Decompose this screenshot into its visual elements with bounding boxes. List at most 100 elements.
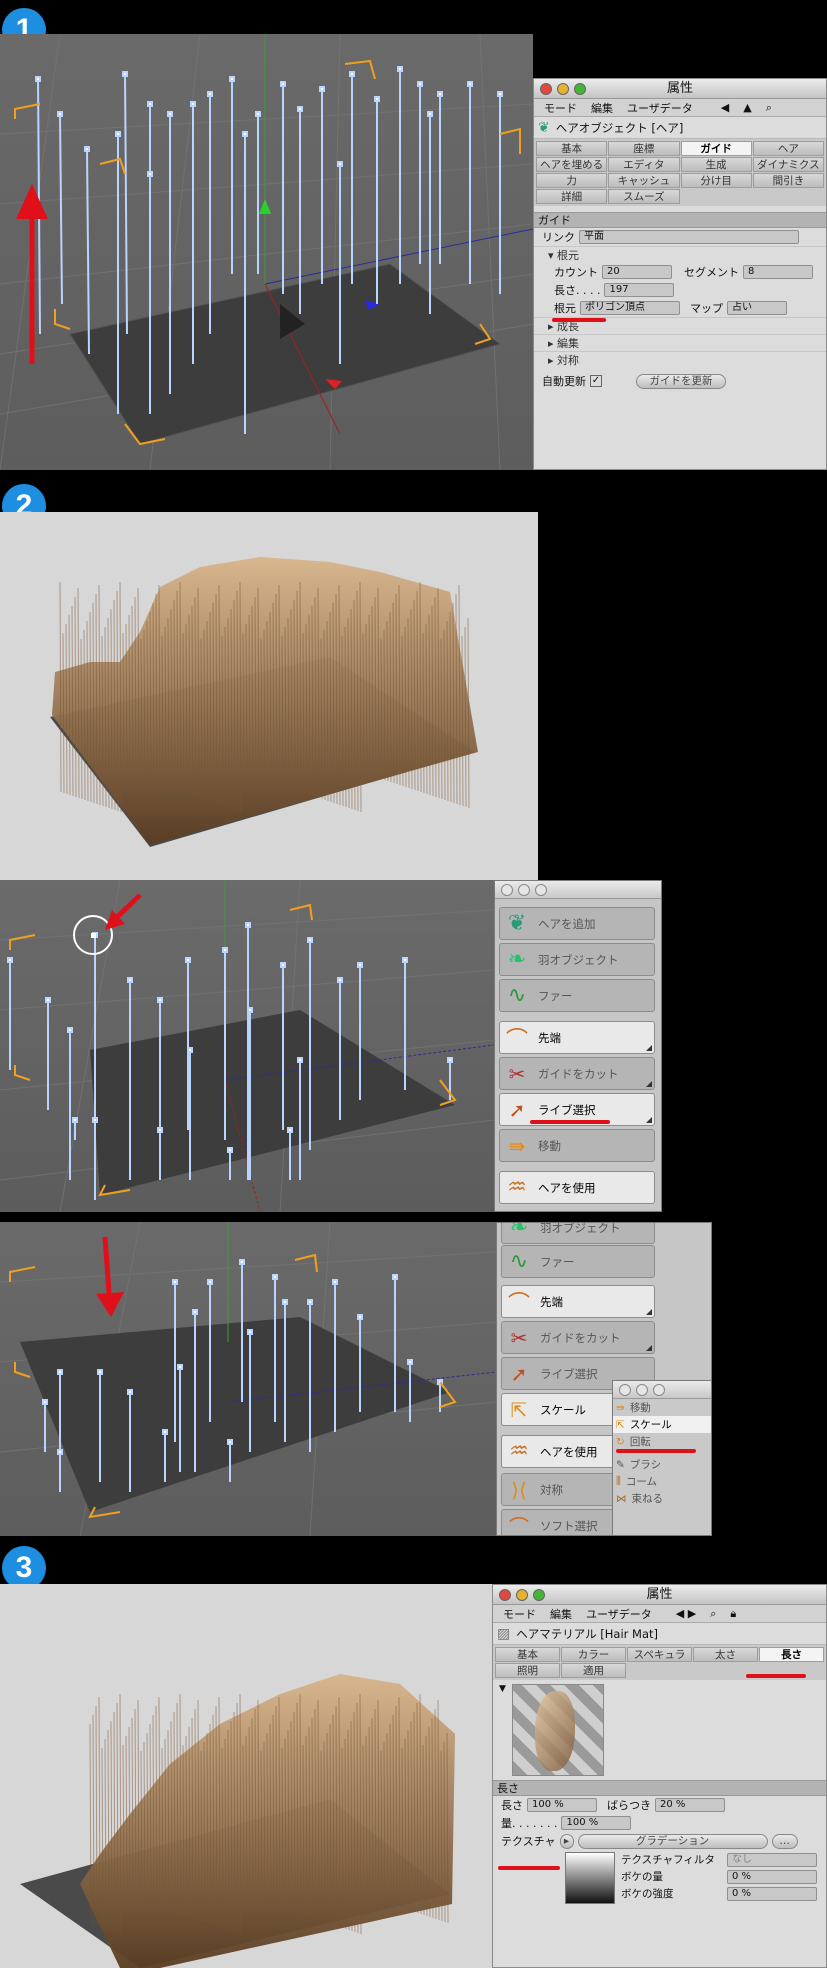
tool-feather-object[interactable]: ❧ 羽オブジェクト — [499, 943, 655, 976]
auto-update-checkbox[interactable]: ✓ — [590, 375, 602, 387]
variation-field[interactable]: 20 % — [655, 1798, 725, 1812]
guide-tip-point[interactable] — [147, 101, 153, 107]
close-button[interactable] — [540, 83, 552, 95]
tab-lighting[interactable]: 照明 — [495, 1663, 560, 1678]
guide-tip-point[interactable] — [147, 171, 153, 177]
guide-tip-point[interactable] — [497, 91, 503, 97]
tab-basic[interactable]: 基本 — [536, 141, 608, 156]
guide-tip-point[interactable] — [402, 957, 408, 963]
hair-guide[interactable] — [86, 148, 90, 355]
guide-tip-point[interactable] — [374, 96, 380, 102]
fold-edit[interactable]: ▸ 編集 — [534, 334, 826, 351]
guide-tip-point[interactable] — [97, 1369, 103, 1375]
guide-tip-point[interactable] — [297, 1057, 303, 1063]
guide-tip-point[interactable] — [92, 1117, 98, 1123]
search-icon[interactable]: ⌕ — [710, 1607, 716, 1621]
root-select[interactable]: ポリゴン頂点 — [580, 301, 680, 315]
guide-tip-point[interactable] — [57, 1369, 63, 1375]
guide-tip-point[interactable] — [157, 1127, 163, 1133]
guide-tip-point[interactable] — [239, 1259, 245, 1265]
guide-tip-point[interactable] — [84, 146, 90, 152]
tab-specular[interactable]: スペキュラ — [627, 1647, 692, 1662]
lock-icon[interactable]: 🔒︎ — [730, 1607, 736, 1621]
submenu-brush[interactable]: ✎ ブラシ — [613, 1456, 711, 1473]
tool-cut-guides-2[interactable]: ✂ ガイドをカット — [501, 1321, 655, 1354]
fold-symmetry[interactable]: ▸ 対称 — [534, 351, 826, 368]
menu-mode[interactable]: モード — [503, 1606, 536, 1622]
submenu-clump[interactable]: ⋈ 束ねる — [613, 1490, 711, 1507]
blur-strength-field[interactable]: 0 % — [727, 1886, 817, 1901]
guide-tip-point[interactable] — [297, 106, 303, 112]
submenu-scale[interactable]: ⇱ スケール — [613, 1416, 711, 1433]
guide-tip-point[interactable] — [167, 111, 173, 117]
guide-tip-point[interactable] — [157, 997, 163, 1003]
minimize-button[interactable] — [557, 83, 569, 95]
guide-tip-point[interactable] — [127, 1389, 133, 1395]
collapse-icon[interactable]: ▼ — [499, 1684, 506, 1776]
tab-basic[interactable]: 基本 — [495, 1647, 560, 1662]
menu-userdata[interactable]: ユーザデータ — [627, 100, 693, 116]
tab-hair[interactable]: ヘア — [752, 141, 824, 156]
guide-tip-point[interactable] — [57, 1449, 63, 1455]
guide-tip-point[interactable] — [447, 1057, 453, 1063]
length-field[interactable]: 197 — [604, 283, 675, 297]
segment-field[interactable]: 8 — [743, 265, 813, 279]
tool-use-hair[interactable]: ♒ ヘアを使用 — [499, 1171, 655, 1204]
count-field[interactable]: 20 — [602, 265, 672, 279]
guide-tip-point[interactable] — [337, 161, 343, 167]
guide-tip-point[interactable] — [282, 1299, 288, 1305]
guide-tip-point[interactable] — [272, 1274, 278, 1280]
guide-tip-point[interactable] — [127, 977, 133, 983]
guide-tip-point[interactable] — [162, 1429, 168, 1435]
guide-tip-point[interactable] — [190, 101, 196, 107]
guide-tip-point[interactable] — [437, 91, 443, 97]
tab-thickness[interactable]: 太さ — [693, 1647, 758, 1662]
tab-guide[interactable]: ガイド — [680, 141, 752, 156]
guide-tip-point[interactable] — [192, 1309, 198, 1315]
guide-tip-point[interactable] — [72, 1117, 78, 1123]
menu-mode[interactable]: モード — [544, 100, 577, 116]
tab-force[interactable]: 力 — [536, 173, 608, 188]
amount-field[interactable]: 100 % — [561, 1816, 632, 1830]
guide-tip-point[interactable] — [307, 1299, 313, 1305]
tab-fill-hair[interactable]: ヘアを埋める — [536, 157, 608, 172]
guide-tip-point[interactable] — [287, 1127, 293, 1133]
menu-userdata[interactable]: ユーザデータ — [586, 1606, 652, 1622]
length-field-3[interactable]: 100 % — [527, 1798, 597, 1812]
guide-tip-point[interactable] — [229, 76, 235, 82]
guide-tip-point[interactable] — [177, 1364, 183, 1370]
guide-tip-point[interactable] — [467, 81, 473, 87]
guide-tip-point[interactable] — [319, 86, 325, 92]
tab-parting[interactable]: 分け目 — [680, 173, 752, 188]
hair-guide[interactable] — [124, 73, 128, 335]
guide-tip-point[interactable] — [67, 1027, 73, 1033]
tab-detail[interactable]: 詳細 — [536, 189, 608, 204]
link-field[interactable]: 平面 — [579, 230, 799, 244]
guide-tip-point[interactable] — [242, 131, 248, 137]
tool-move[interactable]: ⇛ 移動 — [499, 1129, 655, 1162]
guide-tip-point[interactable] — [207, 91, 213, 97]
tab-editor[interactable]: エディタ — [608, 157, 680, 172]
guide-tip-point[interactable] — [245, 922, 251, 928]
guide-tip-point[interactable] — [417, 81, 423, 87]
guide-tip-point[interactable] — [115, 131, 121, 137]
close-button[interactable] — [499, 1589, 511, 1601]
zoom-button[interactable] — [574, 83, 586, 95]
filter-select[interactable]: なし — [727, 1852, 817, 1867]
guide-tip-point[interactable] — [357, 1314, 363, 1320]
tool-fur-2[interactable]: ∿ ファー — [501, 1245, 655, 1278]
guide-tip-point[interactable] — [357, 962, 363, 968]
guide-tip-point[interactable] — [247, 1329, 253, 1335]
submenu-move[interactable]: ⇛ 移動 — [613, 1399, 711, 1416]
guide-tip-point[interactable] — [392, 1274, 398, 1280]
guide-tip-point[interactable] — [172, 1279, 178, 1285]
zoom-button[interactable] — [533, 1589, 545, 1601]
guide-tip-point[interactable] — [57, 111, 63, 117]
guide-tip-point[interactable] — [397, 66, 403, 72]
viewport-3[interactable] — [0, 1222, 496, 1536]
guide-tip-point[interactable] — [187, 1047, 193, 1053]
tool-tip[interactable]: ⌒ 先端 — [499, 1021, 655, 1054]
texture-arrow-button[interactable]: ▸ — [559, 1833, 574, 1849]
guide-tip-point[interactable] — [337, 977, 343, 983]
guide-tip-point[interactable] — [35, 76, 41, 82]
